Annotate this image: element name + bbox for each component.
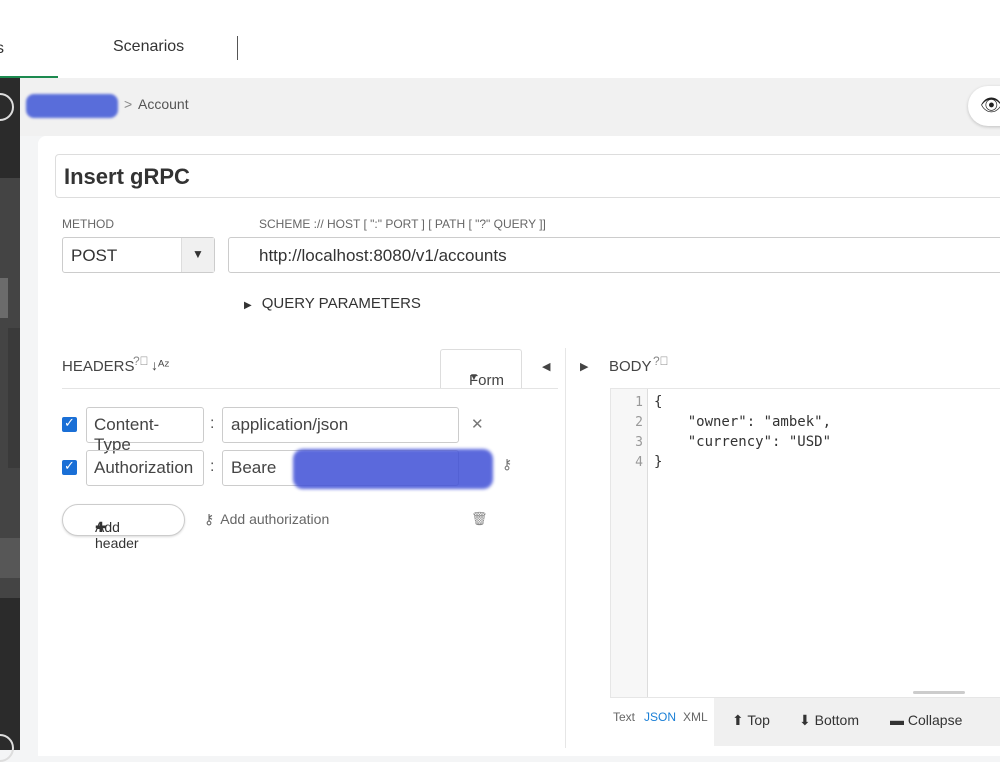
help-icon[interactable]: ?⃝ [653, 354, 669, 368]
code-line: } [654, 454, 663, 470]
line-number: 3 [635, 435, 643, 450]
body-editor[interactable]: 1 2 3 4 { "owner": "ambek", "currency": … [610, 388, 1000, 698]
request-name-input[interactable]: Insert gRPC [55, 154, 1000, 198]
url-input[interactable]: http://localhost:8080/v1/accounts [228, 237, 1000, 273]
tab-scenarios[interactable]: Scenarios [113, 38, 184, 56]
line-number: 2 [635, 415, 643, 430]
caret-right-icon: ▶ [244, 300, 252, 311]
tab-divider [237, 36, 238, 60]
editor-scrollbar[interactable] [913, 691, 965, 694]
top-strip [0, 0, 1000, 19]
format-text[interactable]: Text [613, 710, 635, 724]
add-header-label: Add header [95, 519, 139, 551]
headers-underline [62, 388, 558, 389]
tab-active-label: s [0, 40, 4, 57]
rail-circle-icon[interactable] [0, 734, 14, 762]
method-dropdown-toggle[interactable]: ▼ [181, 238, 214, 272]
headers-title: HEADERS [62, 358, 135, 375]
trash-icon[interactable]: 🗑 [471, 511, 488, 527]
rail-block [8, 328, 20, 468]
breadcrumb: > Account 👁 [20, 78, 1000, 136]
format-xml[interactable]: XML [683, 710, 708, 724]
request-panel: Insert gRPC METHOD SCHEME :// HOST [ ":"… [38, 136, 1000, 756]
url-label: SCHEME :// HOST [ ":" PORT ] [ PATH [ "?… [259, 217, 546, 231]
pane-divider[interactable] [565, 348, 566, 748]
bottom-label: Bottom [814, 712, 859, 728]
breadcrumb-redacted-segment[interactable] [26, 94, 118, 118]
top-button[interactable]: ⬆ Top [732, 712, 770, 729]
query-parameters-label: QUERY PARAMETERS [261, 295, 421, 312]
top-label: Top [747, 712, 770, 728]
header-colon: : [210, 415, 215, 432]
left-rail [0, 78, 20, 762]
header-colon: : [210, 458, 215, 475]
body-title: BODY [609, 358, 652, 375]
key-icon: ⚷ [204, 511, 215, 527]
redacted-token [293, 449, 493, 489]
help-icon[interactable]: ?⃝ [133, 354, 149, 368]
header-key-input[interactable]: Authorization [86, 450, 204, 486]
headers-mode-dropdown[interactable]: Form ▼ [440, 349, 522, 389]
header-key-input[interactable]: Content-Type [86, 407, 204, 454]
check-icon: ✓ [64, 458, 75, 473]
format-json[interactable]: JSON [644, 710, 676, 724]
line-number: 1 [635, 395, 643, 410]
caret-down-icon: ▼ [192, 247, 204, 261]
expand-right-icon[interactable]: ▶ [580, 360, 588, 373]
code-line: "currency": "USD" [654, 434, 832, 450]
header-enabled-checkbox[interactable]: ✓ [62, 458, 77, 475]
eye-icon: 👁 [980, 95, 1000, 115]
close-icon[interactable]: ✕ [471, 415, 484, 433]
add-header-button[interactable]: ✚ Add header [62, 504, 185, 551]
code-line: "owner": "ambek", [654, 414, 832, 430]
arrow-down-icon: ⬇ [799, 712, 811, 728]
check-icon: ✓ [64, 415, 75, 430]
collapse-button[interactable]: ▬ Collapse [890, 712, 962, 728]
sort-icon[interactable]: ↓ᴬᶻ [151, 357, 169, 373]
bottom-button[interactable]: ⬇ Bottom [799, 712, 859, 729]
breadcrumb-current[interactable]: Account [138, 96, 189, 112]
header-value-input[interactable]: application/json [222, 407, 459, 443]
breadcrumb-separator: > [124, 96, 133, 112]
key-icon[interactable]: ⚷ [502, 456, 512, 473]
header-enabled-checkbox[interactable]: ✓ [62, 415, 77, 432]
rail-block [0, 278, 8, 318]
editor-tools: ⬆ Top ⬇ Bottom ▬ Collapse [714, 698, 1000, 746]
code-line: { [654, 394, 663, 410]
preview-button[interactable]: 👁 [968, 86, 1000, 126]
editor-gutter: 1 2 3 4 [611, 389, 648, 697]
arrow-up-icon: ⬆ [732, 712, 744, 728]
method-value: POST [71, 246, 118, 265]
editor-footer: Text JSON XML ⬆ Top ⬇ Bottom ▬ Collapse [610, 698, 1000, 746]
rail-circle-icon[interactable] [0, 93, 14, 121]
add-authorization-link[interactable]: ⚷ Add authorization [204, 511, 329, 528]
collapse-icon: ▬ [890, 712, 904, 728]
method-select[interactable]: POST ▼ [62, 237, 215, 273]
add-authorization-label: Add authorization [220, 511, 330, 527]
collapse-left-icon[interactable]: ◀ [542, 360, 550, 373]
method-label: METHOD [62, 217, 114, 231]
caret-down-icon: ▼ [469, 372, 479, 383]
query-parameters-toggle[interactable]: ▶ QUERY PARAMETERS [244, 295, 421, 312]
collapse-label: Collapse [907, 712, 963, 728]
tab-active[interactable]: s [0, 18, 58, 80]
tab-bar: s Scenarios [0, 18, 1000, 80]
line-number: 4 [635, 455, 643, 470]
rail-block [0, 538, 20, 578]
